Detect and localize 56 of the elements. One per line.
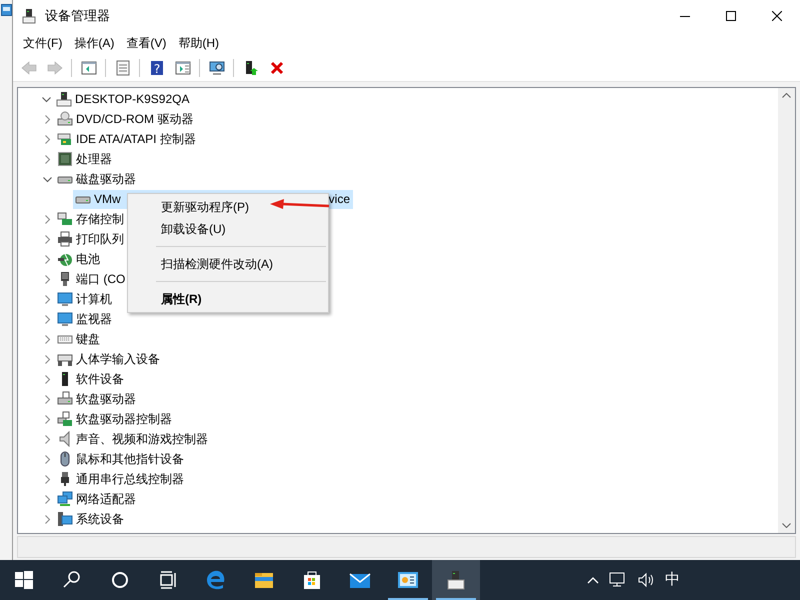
tree-item-label: 键盘 [76, 331, 100, 348]
context-menu-item[interactable]: 属性(R) [128, 288, 212, 310]
tree-item-label: 电池 [76, 251, 100, 268]
tree-item[interactable]: 磁盘驱动器 [55, 170, 139, 188]
tree-item[interactable]: 计算机 [55, 290, 115, 308]
context-menu-item[interactable]: 更新驱动程序(P) [128, 196, 259, 218]
tree-item-label: vice [328, 191, 350, 208]
tree-item-label: 声音、视频和游戏控制器 [76, 431, 208, 448]
tree-item[interactable]: 鼠标和其他指针设备 [55, 450, 187, 468]
tree-item[interactable]: 端口 (CO [55, 270, 128, 288]
tree-item-label: 网络适配器 [76, 491, 136, 508]
tree-item-label: 存储控制 [76, 211, 124, 228]
context-menu-item[interactable]: 卸载设备(U) [128, 218, 236, 240]
tree-item-label: DVD/CD-ROM 驱动器 [76, 111, 194, 128]
tree-item-label: VMw [94, 191, 121, 208]
menu-item[interactable]: 文件(F) [17, 32, 68, 54]
help-icon: ? [148, 60, 164, 76]
tree-item-label: 端口 (CO [76, 271, 126, 288]
tree-item-label: 磁盘驱动器 [76, 171, 136, 188]
tree-item[interactable]: 监视器 [55, 310, 115, 328]
tree-item[interactable]: 存储控制 [55, 210, 127, 228]
tree-item-label: IDE ATA/ATAPI 控制器 [76, 131, 196, 148]
tree-item-label: 打印队列 [76, 231, 124, 248]
tree-item[interactable]: 软件设备 [55, 370, 127, 388]
tree-item[interactable]: 处理器 [55, 150, 115, 168]
tree-item[interactable]: 电池 [55, 250, 103, 268]
tree-item[interactable]: 软盘驱动器控制器 [55, 410, 175, 428]
tree-item-label: 鼠标和其他指针设备 [76, 451, 184, 468]
toolbar-button[interactable]: ? [145, 56, 168, 78]
tree-item-label: 人体学输入设备 [76, 351, 160, 368]
tree-item[interactable]: 键盘 [55, 330, 103, 348]
tree-item-label: 软盘驱动器 [76, 391, 136, 408]
tree-item-label: 软盘驱动器控制器 [76, 411, 172, 428]
tree-item-label: 系统设备 [76, 511, 124, 528]
menu-item[interactable]: 帮助(H) [172, 32, 225, 54]
tree-item-label: DESKTOP-K9S92QA [75, 91, 190, 108]
tree-item-label: 处理器 [76, 151, 112, 168]
context-menu-item[interactable]: 扫描检测硬件改动(A) [128, 253, 283, 275]
tree-item[interactable]: DESKTOP-K9S92QA [54, 90, 192, 108]
input-method-button[interactable]: 中 [665, 568, 680, 592]
tree-item-label: 监视器 [76, 311, 112, 328]
tree-item[interactable]: 声音、视频和游戏控制器 [55, 430, 211, 448]
tree-item-label: 通用串行总线控制器 [76, 471, 184, 488]
window-title: 设备管理器 [45, 7, 110, 26]
tree-item-label: 软件设备 [76, 371, 124, 388]
tree-item[interactable]: 通用串行总线控制器 [55, 470, 187, 488]
tree-item[interactable]: 软盘驱动器 [55, 390, 139, 408]
menu-item[interactable]: 查看(V) [120, 32, 172, 54]
tree-item[interactable]: 系统设备 [55, 510, 127, 528]
tree-item[interactable]: 打印队列 [55, 230, 127, 248]
tree-item[interactable]: IDE ATA/ATAPI 控制器 [55, 130, 199, 148]
tree-item[interactable]: 人体学输入设备 [55, 350, 163, 368]
tree-item[interactable]: 网络适配器 [55, 490, 139, 508]
menu-item[interactable]: 操作(A) [68, 32, 120, 54]
tree-item-label: 计算机 [76, 291, 112, 308]
tree-item[interactable]: DVD/CD-ROM 驱动器 [55, 110, 196, 128]
